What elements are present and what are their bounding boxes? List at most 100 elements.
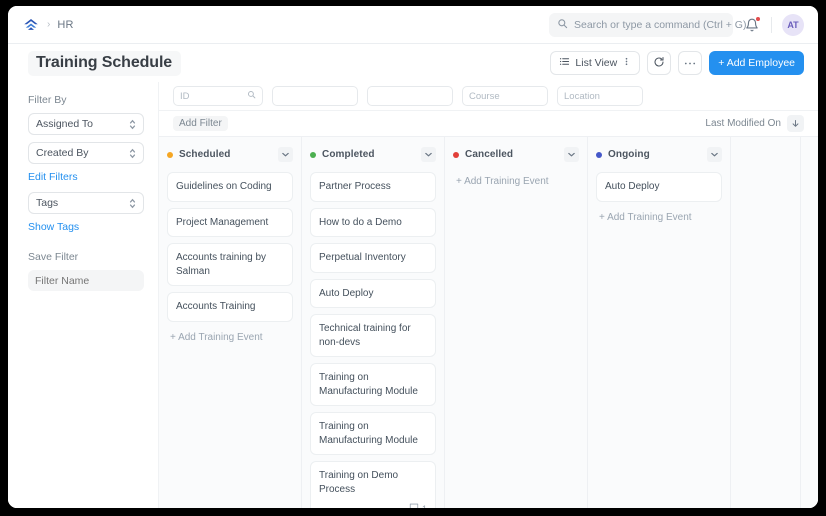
add-training-event-label: + Add Training Event bbox=[170, 331, 263, 343]
breadcrumb: › HR bbox=[22, 16, 74, 34]
chevron-updown-icon bbox=[129, 119, 136, 130]
comment-count: 1 bbox=[422, 503, 427, 509]
filter-sidebar: Filter By Assigned To Created By Edit Fi… bbox=[8, 82, 159, 508]
kanban-column-next-partial bbox=[731, 137, 801, 508]
filter-field-course[interactable]: Course bbox=[462, 86, 548, 106]
column-header bbox=[739, 146, 792, 163]
show-tags-link[interactable]: Show Tags bbox=[28, 221, 144, 233]
notifications-button[interactable] bbox=[743, 16, 761, 34]
filter-field-location-placeholder: Location bbox=[564, 90, 600, 102]
column-title: Cancelled bbox=[465, 149, 514, 160]
edit-filters-link[interactable]: Edit Filters bbox=[28, 171, 144, 183]
kanban-card[interactable]: Auto Deploy bbox=[596, 172, 722, 202]
search-placeholder: Search or type a command (Ctrl + G) bbox=[574, 18, 747, 31]
column-header: Completed bbox=[310, 146, 436, 163]
column-menu-button[interactable] bbox=[564, 147, 579, 162]
search-icon bbox=[247, 90, 256, 102]
tags-label: Tags bbox=[36, 197, 59, 209]
breadcrumb-item-hr[interactable]: HR bbox=[57, 19, 73, 31]
kanban-column-cancelled: Cancelled + Add Training Event bbox=[445, 137, 588, 508]
sort-field-label[interactable]: Last Modified On bbox=[705, 118, 781, 129]
vertical-dots-icon bbox=[622, 56, 631, 70]
kanban-card[interactable]: Training on Demo Process 1 bbox=[310, 461, 436, 508]
column-menu-button[interactable] bbox=[421, 147, 436, 162]
filter-field-id[interactable]: ID bbox=[173, 86, 263, 106]
filter-by-label: Filter By bbox=[28, 94, 67, 106]
list-icon bbox=[559, 56, 570, 70]
sort-controls: Last Modified On bbox=[705, 115, 804, 132]
column-menu-button[interactable] bbox=[278, 147, 293, 162]
kanban-card[interactable]: Guidelines on Coding bbox=[167, 172, 293, 202]
kanban-card-title: Training on Demo Process bbox=[319, 470, 399, 495]
assigned-to-select[interactable]: Assigned To bbox=[28, 113, 144, 135]
add-training-event-label: + Add Training Event bbox=[599, 211, 692, 223]
status-dot bbox=[310, 151, 316, 158]
notification-dot bbox=[756, 16, 760, 21]
kanban-card[interactable]: Technical training for non-devs bbox=[310, 314, 436, 357]
kanban-card[interactable]: Partner Process bbox=[310, 172, 436, 202]
filter-field-2[interactable] bbox=[272, 86, 358, 106]
filter-fields-row: ID Course Location bbox=[159, 82, 818, 111]
refresh-icon bbox=[653, 56, 665, 71]
page-title[interactable]: Training Schedule bbox=[28, 50, 182, 76]
filter-field-course-placeholder: Course bbox=[469, 90, 500, 102]
search-icon bbox=[557, 16, 568, 34]
filter-name-input[interactable] bbox=[28, 270, 144, 291]
chevron-down-icon bbox=[711, 152, 718, 157]
tags-select[interactable]: Tags bbox=[28, 192, 144, 214]
search-input[interactable]: Search or type a command (Ctrl + G) bbox=[549, 12, 746, 37]
column-menu-button[interactable] bbox=[707, 147, 722, 162]
refresh-button[interactable] bbox=[647, 51, 672, 75]
chevron-down-icon bbox=[282, 152, 289, 157]
add-training-event-button[interactable]: + Add Training Event bbox=[596, 208, 722, 227]
filter-field-id-placeholder: ID bbox=[180, 90, 190, 102]
add-training-event-button[interactable]: + Add Training Event bbox=[167, 328, 293, 347]
column-title: Ongoing bbox=[608, 149, 650, 160]
status-dot bbox=[596, 151, 602, 158]
sort-direction-button[interactable] bbox=[787, 115, 804, 132]
avatar[interactable]: AT bbox=[782, 13, 804, 36]
column-header: Cancelled bbox=[453, 146, 579, 163]
page-header: Training Schedule List View + Add Employ… bbox=[8, 44, 818, 82]
navbar-divider bbox=[771, 16, 772, 33]
page-actions: List View + Add Employee bbox=[550, 51, 804, 75]
add-training-event-label: + Add Training Event bbox=[456, 176, 549, 187]
chevron-updown-icon bbox=[129, 148, 136, 159]
top-navbar: › HR Search or type a command (Ctrl + G) bbox=[8, 6, 818, 44]
comment-icon bbox=[409, 502, 419, 508]
add-employee-button[interactable]: + Add Employee bbox=[709, 51, 804, 75]
kanban-card-meta: 1 bbox=[319, 502, 427, 508]
list-view-button[interactable]: List View bbox=[550, 51, 641, 75]
ellipsis-icon bbox=[684, 57, 696, 69]
page-body: Filter By Assigned To Created By Edit Fi… bbox=[8, 82, 818, 508]
kanban-card[interactable]: Project Management bbox=[167, 207, 293, 237]
column-header: Ongoing bbox=[596, 146, 722, 163]
navbar-right: Search or type a command (Ctrl + G) AT bbox=[549, 12, 804, 37]
kanban-card[interactable]: Accounts training by Salman bbox=[167, 243, 293, 286]
filter-field-3[interactable] bbox=[367, 86, 453, 106]
column-title: Completed bbox=[322, 149, 375, 160]
chevron-down-icon bbox=[568, 152, 575, 157]
kanban-card[interactable]: Training on Manufacturing Module bbox=[310, 363, 436, 406]
frappe-logo-icon[interactable] bbox=[22, 16, 40, 34]
status-dot bbox=[453, 151, 459, 158]
main-content: ID Course Location Add Filter Last Modif… bbox=[159, 82, 818, 508]
kanban-column-scheduled: Scheduled Guidelines on Coding Project M… bbox=[159, 137, 302, 508]
add-filter-button[interactable]: Add Filter bbox=[173, 116, 228, 131]
list-view-label: List View bbox=[575, 57, 618, 69]
kanban-card[interactable]: How to do a Demo bbox=[310, 207, 436, 237]
created-by-label: Created By bbox=[36, 147, 89, 159]
more-options-button[interactable] bbox=[678, 51, 703, 75]
kanban-card[interactable]: Perpetual Inventory bbox=[310, 243, 436, 273]
kanban-card[interactable]: Training on Manufacturing Module bbox=[310, 412, 436, 455]
filter-field-location[interactable]: Location bbox=[557, 86, 643, 106]
save-filter-label: Save Filter bbox=[28, 251, 79, 263]
breadcrumb-separator: › bbox=[47, 18, 51, 30]
created-by-select[interactable]: Created By bbox=[28, 142, 144, 164]
column-title: Scheduled bbox=[179, 149, 231, 160]
kanban-card[interactable]: Auto Deploy bbox=[310, 278, 436, 308]
add-training-event-button[interactable]: + Add Training Event bbox=[453, 172, 579, 191]
filter-controls-row: Add Filter Last Modified On bbox=[159, 111, 818, 137]
kanban-card[interactable]: Accounts Training bbox=[167, 292, 293, 322]
kanban-board: Scheduled Guidelines on Coding Project M… bbox=[159, 137, 818, 508]
